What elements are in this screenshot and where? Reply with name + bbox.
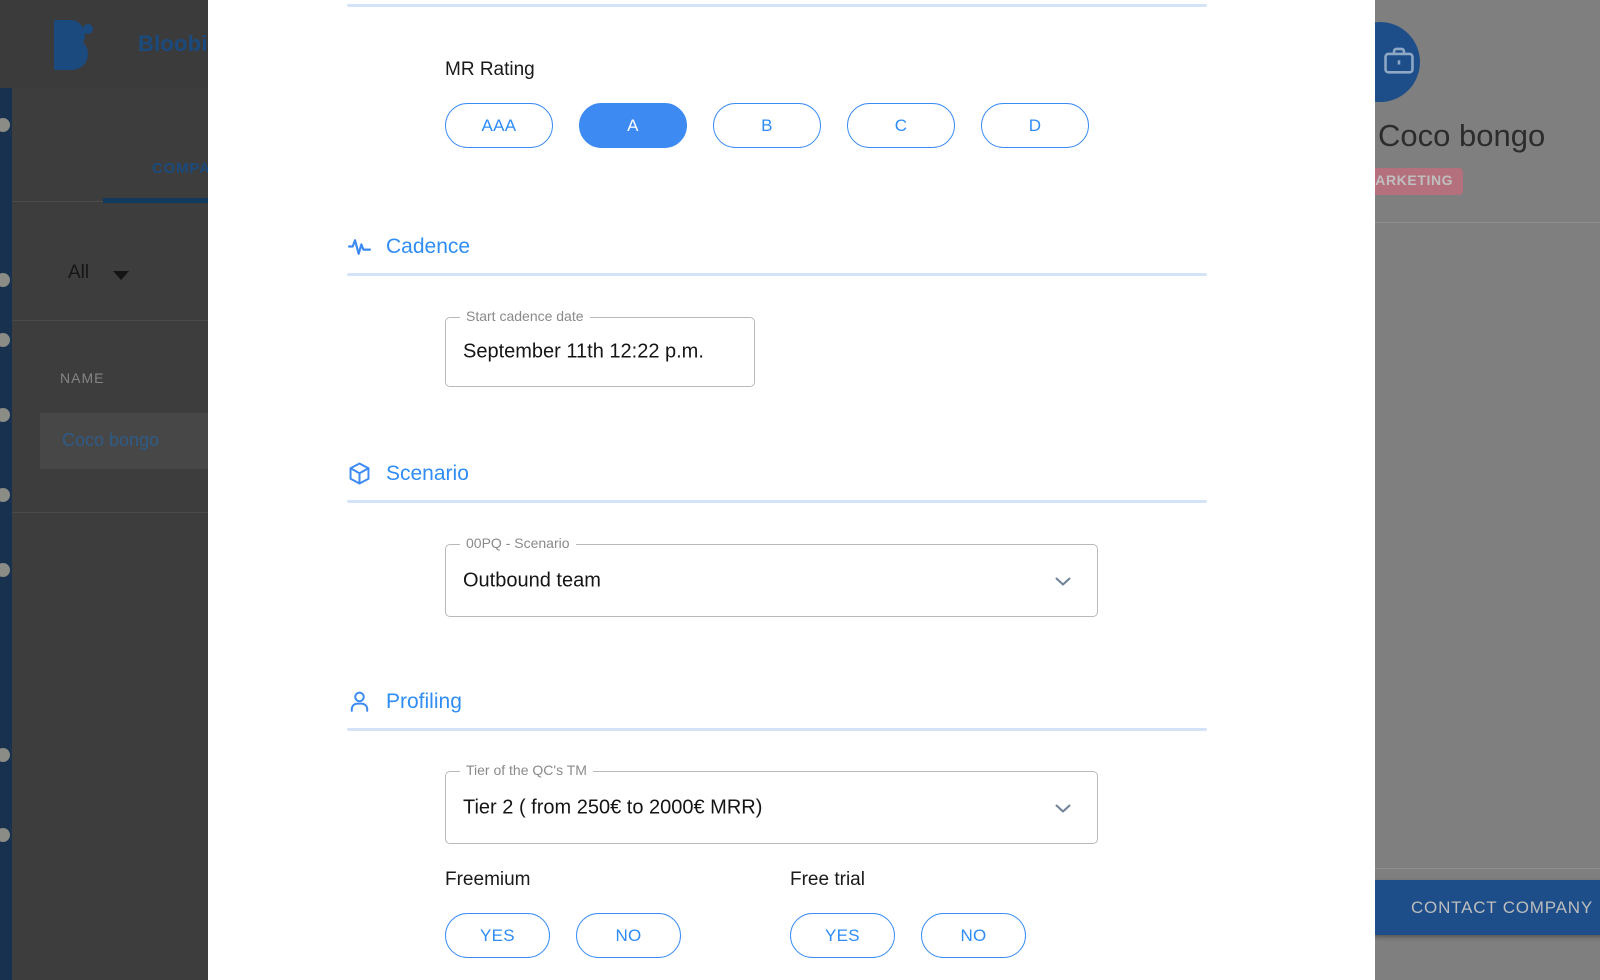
chevron-down-icon[interactable] <box>1051 569 1075 593</box>
profiling-section-title: Profiling <box>386 690 462 713</box>
freemium-option-yes[interactable]: YES <box>445 913 550 958</box>
freemium-options: YES NO <box>445 913 681 958</box>
freemium-label: Freemium <box>445 869 531 890</box>
background-left-panel: Bloobi COMPANIES All NAME Coco bongo <box>0 0 263 980</box>
cadence-section-title: Cadence <box>386 235 471 258</box>
mr-rating-option-d[interactable]: D <box>981 103 1089 148</box>
cadence-section-header: Cadence <box>347 234 1207 273</box>
rail-icon-1[interactable] <box>0 118 10 132</box>
free-trial-options: YES NO <box>790 913 1026 958</box>
start-cadence-date-value: September 11th 12:22 p.m. <box>463 340 704 363</box>
free-trial-option-no[interactable]: NO <box>921 913 1026 958</box>
section-rule <box>347 728 1207 731</box>
mr-rating-option-aaa[interactable]: AAA <box>445 103 553 148</box>
rail-icon-7[interactable] <box>0 748 10 762</box>
divider <box>12 512 208 513</box>
mr-rating-label: MR Rating <box>445 59 535 80</box>
detail-company-name: Coco bongo <box>1378 118 1546 153</box>
mr-rating-option-c[interactable]: C <box>847 103 955 148</box>
cadence-section: Cadence <box>347 234 1207 276</box>
screen: Bloobi COMPANIES All NAME Coco bongo Coc… <box>0 0 1600 980</box>
tier-select[interactable]: Tier of the QC's TM Tier 2 ( from 250€ t… <box>445 763 1098 844</box>
mr-rating-option-b[interactable]: B <box>713 103 821 148</box>
contact-company-button[interactable]: CONTACT COMPANY <box>1372 880 1600 935</box>
scenario-select[interactable]: 00PQ - Scenario Outbound team <box>445 536 1098 617</box>
free-trial-option-yes[interactable]: YES <box>790 913 895 958</box>
rail-icon-3[interactable] <box>0 333 10 347</box>
freemium-option-no[interactable]: NO <box>576 913 681 958</box>
chevron-down-icon[interactable] <box>113 271 129 280</box>
section-rule <box>347 273 1207 276</box>
start-cadence-date-label: Start cadence date <box>460 309 590 323</box>
background-list-panel <box>12 88 208 980</box>
section-rule-top <box>347 4 1207 7</box>
background-detail-panel: Coco bongo MARKETING CONTACT COMPANY <box>1340 0 1600 980</box>
user-person-icon <box>347 689 372 714</box>
mr-rating-option-a[interactable]: A <box>579 103 687 148</box>
tier-field-label: Tier of the QC's TM <box>460 763 593 777</box>
scenario-field-value: Outbound team <box>463 569 601 591</box>
rail-icon-8[interactable] <box>0 828 10 842</box>
rail-icon-6[interactable] <box>0 563 10 577</box>
profiling-section-header: Profiling <box>347 689 1207 728</box>
scenario-section: Scenario <box>347 461 1207 503</box>
start-cadence-date-field[interactable]: Start cadence date September 11th 12:22 … <box>445 309 755 387</box>
rail-icon-2[interactable] <box>0 273 10 287</box>
scenario-section-title: Scenario <box>386 462 469 485</box>
rail-icon-5[interactable] <box>0 488 10 502</box>
divider <box>1375 868 1600 869</box>
bloobi-b-logo <box>52 18 98 70</box>
edit-company-modal: MR Rating AAA A B C D Cadence Start cade… <box>208 0 1375 980</box>
section-rule <box>347 500 1207 503</box>
briefcase-icon <box>1384 47 1414 74</box>
scenario-section-header: Scenario <box>347 461 1207 500</box>
tier-field-value: Tier 2 ( from 250€ to 2000€ MRR) <box>463 796 763 818</box>
table-column-header-name: NAME <box>60 370 105 386</box>
sidebar-rail[interactable] <box>0 88 12 980</box>
profiling-section: Profiling <box>347 689 1207 731</box>
mr-rating-options: AAA A B C D <box>445 103 1089 148</box>
divider <box>12 320 208 321</box>
filter-select-value[interactable]: All <box>68 262 89 284</box>
scenario-field-label: 00PQ - Scenario <box>460 536 576 550</box>
chevron-down-icon[interactable] <box>1051 796 1075 820</box>
cube-box-icon <box>347 461 372 486</box>
rail-icon-4[interactable] <box>0 408 10 422</box>
divider <box>1375 222 1600 223</box>
table-row-name: Coco bongo <box>62 430 160 450</box>
free-trial-label: Free trial <box>790 869 865 890</box>
activity-pulse-icon <box>347 234 372 259</box>
app-brand-name: Bloobi <box>138 31 208 56</box>
